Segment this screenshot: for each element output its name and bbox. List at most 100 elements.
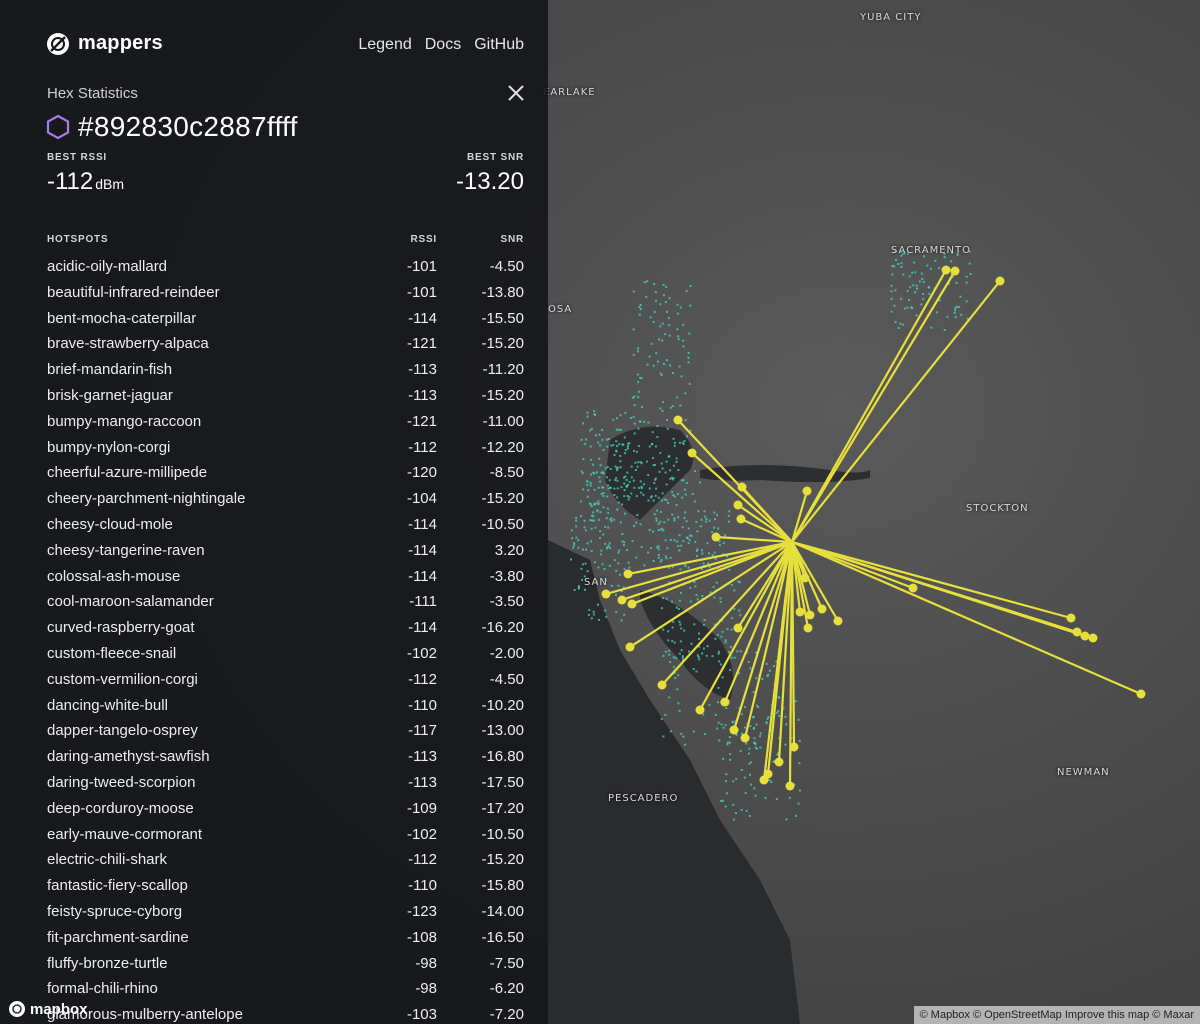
hotspot-name[interactable]: custom-fleece-snail — [47, 641, 176, 667]
hotspot-name[interactable]: brisk-garnet-jaguar — [47, 383, 173, 409]
hotspot-marker[interactable] — [720, 697, 730, 707]
hotspot-marker[interactable] — [711, 532, 721, 542]
brand-name[interactable]: mappers — [78, 32, 163, 55]
table-row[interactable]: cheerful-azure-millipede -120 -8.50 — [47, 460, 524, 486]
table-row[interactable]: daring-amethyst-sawfish -113 -16.80 — [47, 744, 524, 770]
table-row[interactable]: bumpy-mango-raccoon -121 -11.00 — [47, 409, 524, 435]
map-attribution[interactable]: © Mapbox © OpenStreetMap Improve this ma… — [913, 1006, 1200, 1024]
table-row[interactable]: cheery-parchment-nightingale -104 -15.20 — [47, 486, 524, 512]
hotspot-marker[interactable] — [759, 775, 769, 785]
close-icon[interactable] — [506, 83, 526, 103]
hotspot-marker[interactable] — [657, 680, 667, 690]
hotspot-name[interactable]: formal-chili-rhino — [47, 976, 158, 1002]
hotspot-marker[interactable] — [1066, 613, 1076, 623]
hotspot-marker[interactable] — [995, 276, 1005, 286]
hotspot-name[interactable]: beautiful-infrared-reindeer — [47, 280, 220, 306]
hotspot-marker[interactable] — [803, 623, 813, 633]
hotspot-name[interactable]: bumpy-mango-raccoon — [47, 409, 201, 435]
hotspot-marker[interactable] — [601, 589, 611, 599]
table-row[interactable]: fantastic-fiery-scallop -110 -15.80 — [47, 873, 524, 899]
nav-github-link[interactable]: GitHub — [474, 36, 524, 54]
hotspot-marker[interactable] — [802, 486, 812, 496]
hotspot-marker[interactable] — [673, 415, 683, 425]
table-row[interactable]: glamorous-mulberry-antelope -103 -7.20 — [47, 1002, 524, 1024]
hotspot-name[interactable]: curved-raspberry-goat — [47, 615, 195, 641]
hotspot-marker[interactable] — [941, 265, 951, 275]
hotspot-name[interactable]: bumpy-nylon-corgi — [47, 435, 170, 461]
table-row[interactable]: brave-strawberry-alpaca -121 -15.20 — [47, 331, 524, 357]
table-row[interactable]: bent-mocha-caterpillar -114 -15.50 — [47, 306, 524, 332]
hotspot-marker[interactable] — [805, 610, 815, 620]
hotspot-marker[interactable] — [733, 500, 743, 510]
hotspot-name[interactable]: custom-vermilion-corgi — [47, 667, 198, 693]
hotspot-marker[interactable] — [625, 642, 635, 652]
table-row[interactable]: cheesy-cloud-mole -114 -10.50 — [47, 512, 524, 538]
hotspot-marker[interactable] — [785, 781, 795, 791]
hotspot-name[interactable]: acidic-oily-mallard — [47, 254, 167, 280]
table-row[interactable]: daring-tweed-scorpion -113 -17.50 — [47, 770, 524, 796]
table-row[interactable]: dancing-white-bull -110 -10.20 — [47, 693, 524, 719]
hotspot-name[interactable]: cheery-parchment-nightingale — [47, 486, 245, 512]
table-row[interactable]: curved-raspberry-goat -114 -16.20 — [47, 615, 524, 641]
table-row[interactable]: cool-maroon-salamander -111 -3.50 — [47, 589, 524, 615]
hotspot-name[interactable]: fit-parchment-sardine — [47, 925, 189, 951]
hotspot-name[interactable]: brave-strawberry-alpaca — [47, 331, 209, 357]
table-row[interactable]: dapper-tangelo-osprey -117 -13.00 — [47, 718, 524, 744]
table-row[interactable]: feisty-spruce-cyborg -123 -14.00 — [47, 899, 524, 925]
hotspot-name[interactable]: cheesy-cloud-mole — [47, 512, 173, 538]
hotspot-name[interactable]: dancing-white-bull — [47, 693, 168, 719]
hotspot-name[interactable]: daring-amethyst-sawfish — [47, 744, 210, 770]
hotspot-marker[interactable] — [833, 616, 843, 626]
hotspot-marker[interactable] — [1088, 633, 1098, 643]
table-row[interactable]: brisk-garnet-jaguar -113 -15.20 — [47, 383, 524, 409]
hotspot-marker[interactable] — [1072, 627, 1082, 637]
hotspot-marker[interactable] — [1080, 631, 1090, 641]
mappers-logo-icon[interactable] — [46, 32, 70, 56]
hotspot-name[interactable]: fantastic-fiery-scallop — [47, 873, 188, 899]
hotspot-marker[interactable] — [800, 573, 810, 583]
hotspot-name[interactable]: colossal-ash-mouse — [47, 564, 180, 590]
hotspot-marker[interactable] — [795, 607, 805, 617]
table-row[interactable]: bumpy-nylon-corgi -112 -12.20 — [47, 435, 524, 461]
hotspot-marker[interactable] — [729, 725, 739, 735]
hotspot-name[interactable]: dapper-tangelo-osprey — [47, 718, 198, 744]
hotspot-marker[interactable] — [908, 583, 918, 593]
table-row[interactable]: fit-parchment-sardine -108 -16.50 — [47, 925, 524, 951]
hotspot-marker[interactable] — [687, 448, 697, 458]
table-row[interactable]: colossal-ash-mouse -114 -3.80 — [47, 564, 524, 590]
hotspot-marker[interactable] — [740, 733, 750, 743]
table-row[interactable]: acidic-oily-mallard -101 -4.50 — [47, 254, 524, 280]
hotspot-name[interactable]: electric-chili-shark — [47, 847, 167, 873]
table-row[interactable]: custom-fleece-snail -102 -2.00 — [47, 641, 524, 667]
table-row[interactable]: brief-mandarin-fish -113 -11.20 — [47, 357, 524, 383]
hotspot-name[interactable]: cheesy-tangerine-raven — [47, 538, 205, 564]
hotspot-marker[interactable] — [695, 705, 705, 715]
hotspot-marker[interactable] — [733, 623, 743, 633]
hotspot-name[interactable]: feisty-spruce-cyborg — [47, 899, 182, 925]
nav-legend-link[interactable]: Legend — [358, 36, 411, 54]
mapbox-logo[interactable]: mapbox — [8, 1000, 88, 1018]
hotspot-name[interactable]: brief-mandarin-fish — [47, 357, 172, 383]
table-row[interactable]: early-mauve-cormorant -102 -10.50 — [47, 822, 524, 848]
hotspot-name[interactable]: cheerful-azure-millipede — [47, 460, 207, 486]
hotspot-name[interactable]: daring-tweed-scorpion — [47, 770, 195, 796]
nav-docs-link[interactable]: Docs — [425, 36, 461, 54]
hotspot-marker[interactable] — [1136, 689, 1146, 699]
hotspot-marker[interactable] — [617, 595, 627, 605]
hotspot-marker[interactable] — [736, 514, 746, 524]
hotspot-name[interactable]: bent-mocha-caterpillar — [47, 306, 196, 332]
hotspot-marker[interactable] — [737, 482, 747, 492]
hotspot-marker[interactable] — [774, 757, 784, 767]
hotspot-marker[interactable] — [817, 604, 827, 614]
hotspot-name[interactable]: deep-corduroy-moose — [47, 796, 194, 822]
hotspot-marker[interactable] — [627, 599, 637, 609]
table-row[interactable]: formal-chili-rhino -98 -6.20 — [47, 976, 524, 1002]
hotspot-marker[interactable] — [950, 266, 960, 276]
table-row[interactable]: deep-corduroy-moose -109 -17.20 — [47, 796, 524, 822]
hotspot-name[interactable]: cool-maroon-salamander — [47, 589, 214, 615]
table-row[interactable]: electric-chili-shark -112 -15.20 — [47, 847, 524, 873]
hotspot-name[interactable]: fluffy-bronze-turtle — [47, 951, 168, 977]
table-row[interactable]: custom-vermilion-corgi -112 -4.50 — [47, 667, 524, 693]
table-row[interactable]: beautiful-infrared-reindeer -101 -13.80 — [47, 280, 524, 306]
table-row[interactable]: cheesy-tangerine-raven -114 3.20 — [47, 538, 524, 564]
